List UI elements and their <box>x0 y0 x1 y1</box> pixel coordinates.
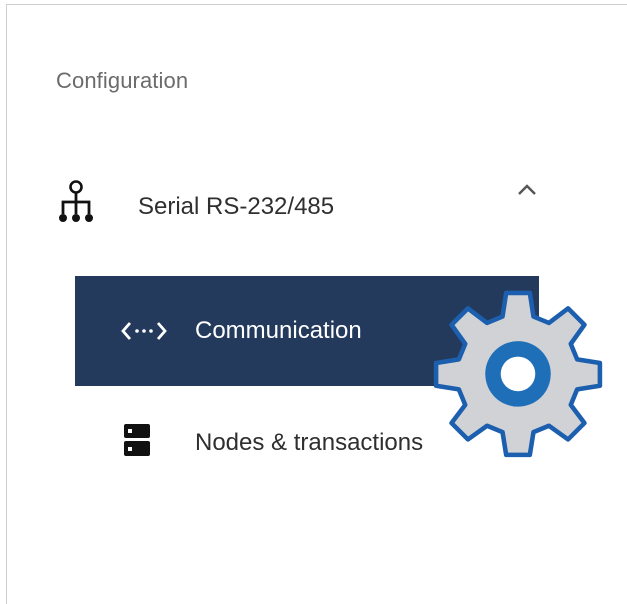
network-hierarchy-icon <box>59 180 93 222</box>
nav-item-label: Nodes & transactions <box>195 429 424 456</box>
code-brackets-icon <box>121 322 167 340</box>
nav-item-label: Communication <box>195 317 362 344</box>
section-title: Configuration <box>56 68 189 93</box>
nav-group-serial[interactable]: Serial RS-232/485 <box>50 178 550 234</box>
server-icon <box>124 424 150 456</box>
nav-group-label: Serial RS-232/485 <box>138 193 335 220</box>
gear-icon <box>433 290 603 458</box>
chevron-up-icon[interactable] <box>515 180 539 200</box>
